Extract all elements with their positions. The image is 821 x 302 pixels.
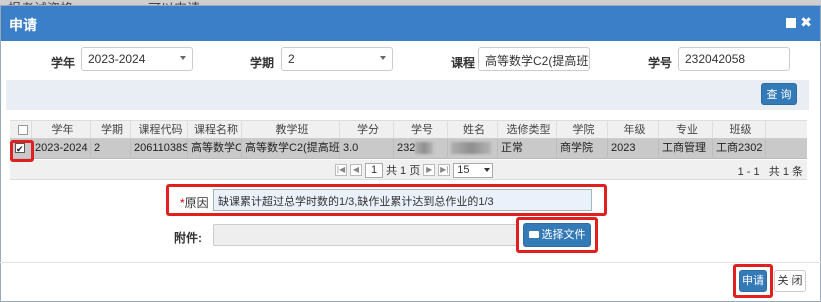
col-header: 学分: [340, 121, 394, 138]
table-cell: 高等数学C2(提高班): [242, 139, 340, 158]
table-cell: 工商2302: [713, 139, 766, 158]
term-value: 2: [288, 52, 295, 66]
student-id-cell: 232: [394, 139, 448, 158]
select-all-checkbox[interactable]: [18, 125, 28, 135]
col-header: 专业: [659, 121, 713, 138]
chevron-down-icon: [484, 167, 491, 172]
pager: |◀ ◀ 1 共 1 页 ▶ ▶| 15 1 - 1 共 1 条: [10, 160, 807, 180]
col-header: 学期: [91, 121, 131, 138]
pager-total: 共 1 条: [768, 166, 803, 178]
select-all-cell: [10, 121, 32, 138]
close-button[interactable]: 关 闭: [774, 270, 806, 292]
year-select[interactable]: 2023-2024: [81, 47, 193, 71]
chevron-down-icon: [380, 56, 386, 60]
redacted-block: [415, 142, 434, 155]
redacted-block: [451, 142, 491, 155]
student-id-text: 232: [397, 142, 416, 154]
filter-row: 学年 2023-2024 学期 2 课程 高等数学C2(提高班) 学号 2320…: [0, 47, 821, 75]
year-value: 2023-2024: [88, 52, 146, 66]
attachment-label: 附件:: [174, 231, 202, 245]
first-page-button[interactable]: |◀: [335, 164, 347, 176]
table-cell: 商学院: [557, 139, 608, 158]
col-header: 学院: [557, 121, 608, 138]
dialog-titlebar: 申请 ✖: [1, 6, 820, 41]
attachment-path-field: [213, 224, 518, 246]
prev-page-button[interactable]: ◀: [350, 164, 362, 176]
pager-range: 1 - 1: [737, 166, 760, 178]
term-label: 学期: [250, 56, 275, 70]
table-cell: 3.0: [340, 139, 394, 158]
term-select[interactable]: 2: [281, 47, 393, 71]
close-icon[interactable]: ✖: [800, 15, 812, 29]
page-size-value: 15: [457, 163, 470, 176]
query-bar: 查 询: [6, 80, 809, 110]
col-header: 班级: [713, 121, 766, 138]
col-header: 课程名称: [188, 121, 242, 138]
col-header: 学号: [394, 121, 448, 138]
highlight-box-choose-file: [516, 217, 598, 253]
table-cell: 20611038S: [131, 139, 188, 158]
course-table: 学年 学期 课程代码 课程名称 教学班 学分 学号 姓名 选修类型 学院 年级 …: [10, 120, 807, 159]
maximize-icon[interactable]: [786, 18, 797, 28]
highlight-box-reason: [166, 184, 607, 216]
table-cell: 正常: [498, 139, 557, 158]
col-header: 学年: [32, 121, 91, 138]
year-label: 学年: [51, 56, 76, 70]
table-header: 学年 学期 课程代码 课程名称 教学班 学分 学号 姓名 选修类型 学院 年级 …: [10, 120, 807, 139]
name-cell: [448, 139, 498, 158]
course-input[interactable]: 高等数学C2(提高班): [478, 47, 590, 71]
last-page-button[interactable]: ▶|: [438, 164, 451, 176]
highlight-box-apply: [733, 264, 773, 298]
chevron-down-icon: [180, 56, 186, 60]
student-id-label: 学号: [648, 56, 673, 70]
page-input[interactable]: 1: [365, 162, 383, 178]
highlight-box-checkbox: [10, 140, 34, 162]
course-label: 课程: [451, 56, 476, 70]
table-cell: 2023-2024: [32, 139, 91, 158]
col-header: 年级: [608, 121, 659, 138]
col-header: 课程代码: [131, 121, 188, 138]
page-total: 共 1 页: [386, 165, 421, 177]
student-id-input[interactable]: 232042058: [678, 47, 790, 71]
query-button[interactable]: 查 询: [761, 83, 797, 105]
table-cell: 2: [91, 139, 131, 158]
footer-divider: [0, 262, 821, 263]
col-header: 姓名: [448, 121, 498, 138]
col-header: 选修类型: [498, 121, 557, 138]
table-cell: 2023: [608, 139, 659, 158]
dialog-title: 申请: [9, 17, 37, 33]
col-header: 教学班: [242, 121, 340, 138]
page-size-select[interactable]: 15: [453, 162, 494, 178]
next-page-button[interactable]: ▶: [423, 164, 436, 176]
table-row[interactable]: 2023-2024 2 20611038S 高等数学C2 高等数学C2(提高班)…: [10, 139, 807, 159]
pager-summary: 1 - 1 共 1 条: [738, 163, 803, 179]
table-cell: 高等数学C2: [188, 139, 242, 158]
table-cell: 工商管理: [659, 139, 713, 158]
